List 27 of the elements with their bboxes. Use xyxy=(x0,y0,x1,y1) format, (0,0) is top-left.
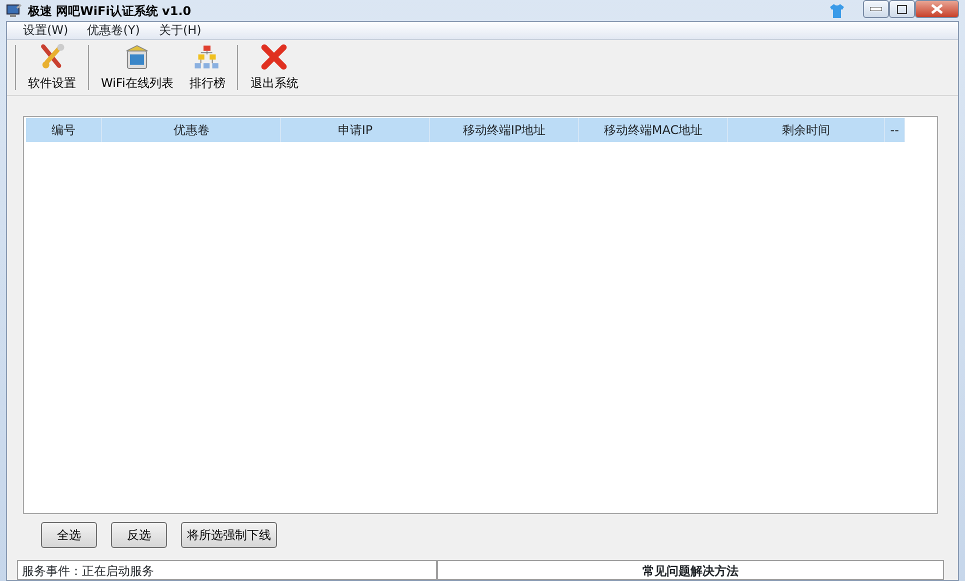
column-header[interactable]: 移动终端IP地址 xyxy=(430,118,580,142)
log-text: 服务事件：正在启动服务 xyxy=(22,564,154,578)
toolbar-button[interactable]: 软件设置 xyxy=(20,43,84,92)
column-header[interactable]: 剩余时间 xyxy=(728,118,886,142)
column-header[interactable]: 编号 xyxy=(26,118,102,142)
column-header[interactable]: 移动终端MAC地址 xyxy=(579,118,728,142)
toolbar-button[interactable]: 退出系统 xyxy=(242,43,306,92)
toolbar-button[interactable]: WiFi在线列表 xyxy=(93,43,182,92)
column-header[interactable]: -- xyxy=(885,118,906,142)
menu-item[interactable]: 设置(W) xyxy=(17,22,82,39)
menu-item[interactable]: 关于(H) xyxy=(152,22,214,39)
action-button[interactable]: 将所选强制下线 xyxy=(181,522,277,548)
help-title: 常见问题解决方法 xyxy=(642,564,738,578)
close-button[interactable] xyxy=(915,0,959,18)
close-icon xyxy=(931,4,943,14)
minimize-icon xyxy=(870,7,882,11)
app-icon xyxy=(6,2,22,18)
action-button[interactable]: 全选 xyxy=(41,522,97,548)
minimize-button[interactable] xyxy=(863,0,889,18)
maximize-icon xyxy=(897,4,907,14)
maximize-button[interactable] xyxy=(889,0,915,18)
window-title: 极速 网吧WiFi认证系统 v1.0 xyxy=(28,2,192,20)
toolbar-button[interactable]: 排行榜 xyxy=(181,43,234,92)
action-button[interactable]: 反选 xyxy=(111,522,167,548)
column-header[interactable]: 申请IP xyxy=(281,118,430,142)
menu-item[interactable]: 优惠卷(Y) xyxy=(81,22,153,39)
column-header[interactable]: 优惠卷 xyxy=(102,118,282,142)
